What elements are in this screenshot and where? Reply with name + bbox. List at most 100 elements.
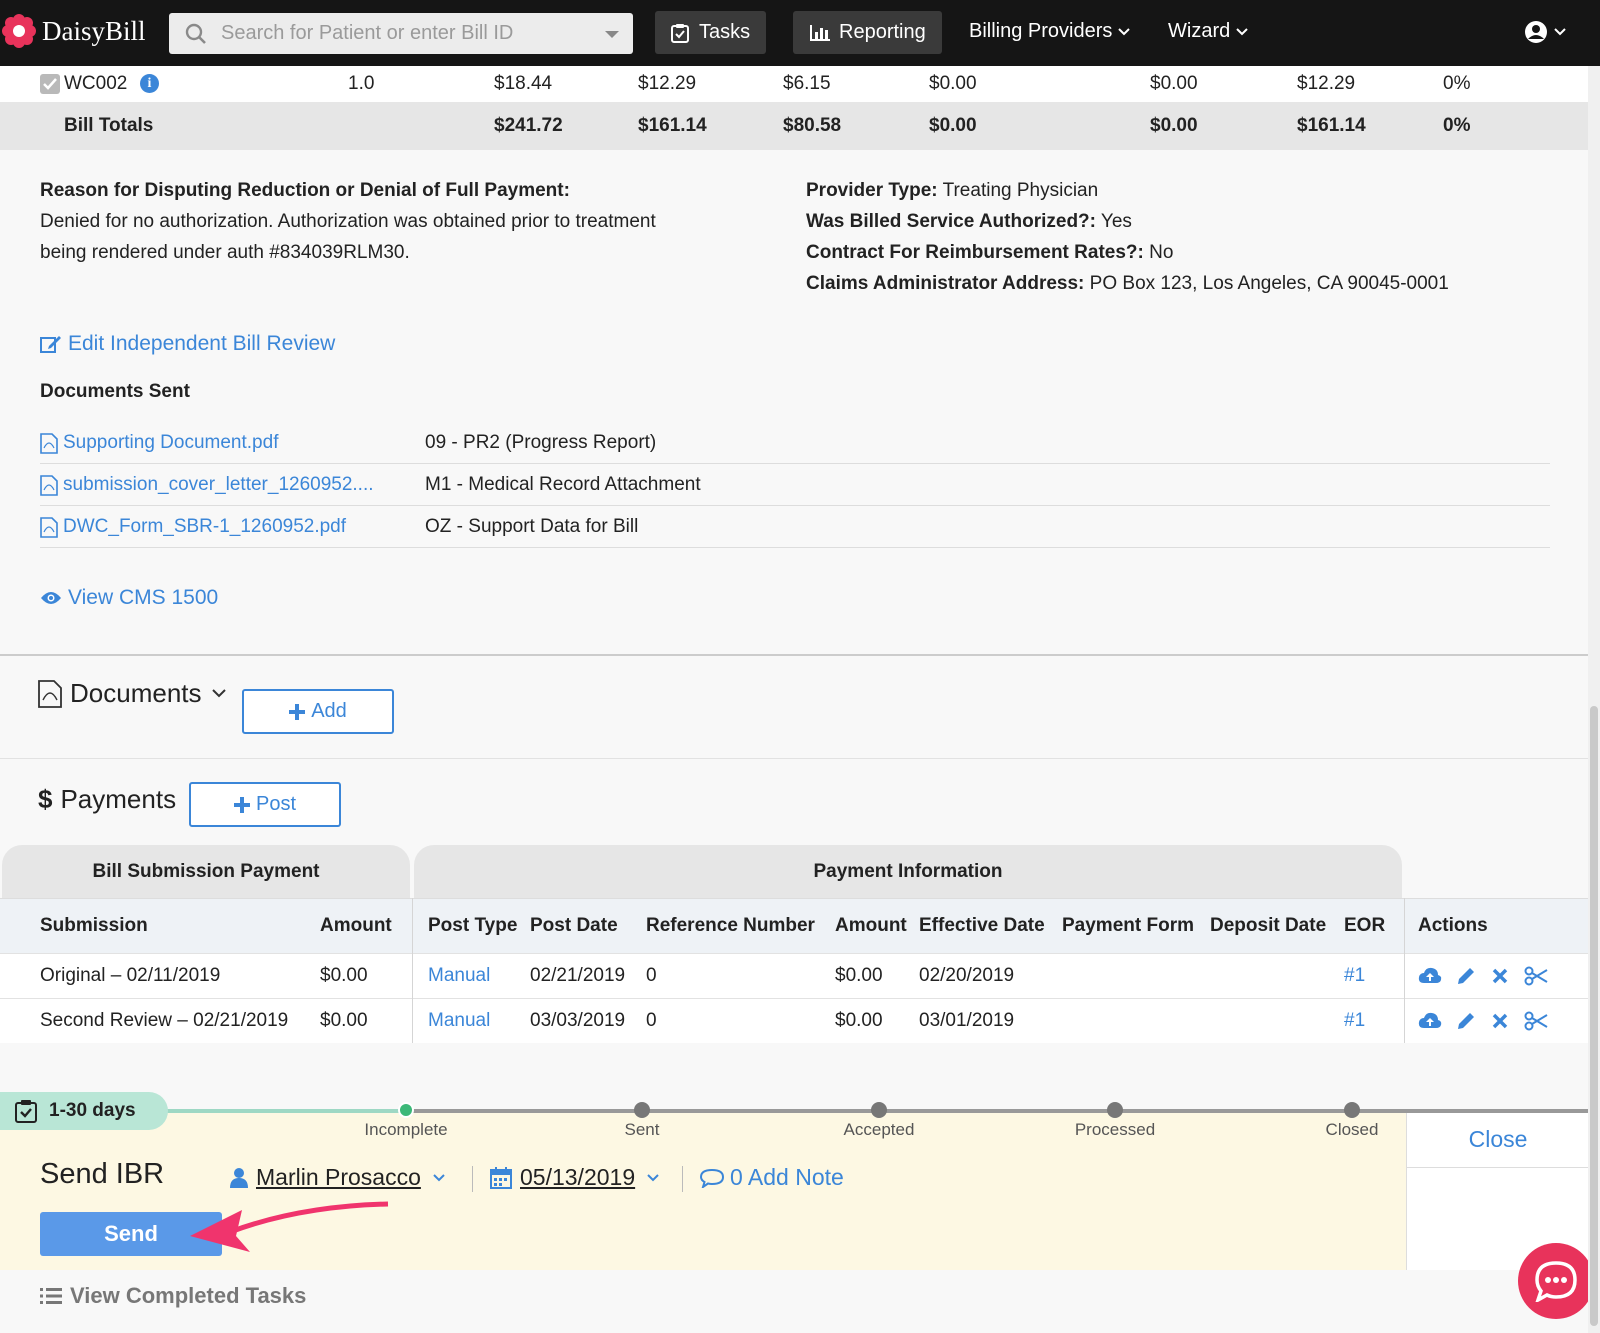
chat-button[interactable] — [1518, 1243, 1594, 1319]
reference-cell: 0 — [646, 1010, 657, 1031]
col-payment-form[interactable]: Payment Form — [1062, 915, 1194, 937]
search-icon — [185, 23, 206, 44]
effective-date-cell: 02/20/2019 — [919, 965, 1015, 986]
search-dropdown-icon[interactable] — [605, 31, 619, 38]
dispute-reason-line1: Denied for no authorization. Authorizati… — [40, 211, 656, 232]
add-note-link[interactable]: 0 Add Note — [700, 1164, 844, 1191]
eye-icon — [41, 591, 61, 604]
reporting-label: Reporting — [839, 21, 926, 43]
chat-bubble-icon — [1535, 1261, 1577, 1302]
col-submission[interactable]: Submission — [40, 915, 148, 937]
col-effective-date[interactable]: Effective Date — [919, 915, 1045, 937]
totals-reduction: $80.58 — [783, 115, 842, 136]
provider-type-label: Provider Type: — [806, 180, 938, 201]
brand-name: DaisyBill — [42, 15, 146, 46]
col-reference-number[interactable]: Reference Number — [646, 915, 815, 937]
close-task-button[interactable]: Close — [1407, 1112, 1589, 1168]
pdf-file-icon — [40, 516, 58, 538]
submission-cell: Second Review – 02/21/2019 — [40, 1010, 289, 1031]
col-deposit-date[interactable]: Deposit Date — [1210, 915, 1326, 937]
post-payment-button[interactable]: Post — [189, 782, 341, 827]
col-eor[interactable]: EOR — [1344, 915, 1385, 937]
totals-value-5: $0.00 — [1150, 115, 1198, 136]
claims-address-label: Claims Administrator Address: — [806, 273, 1085, 294]
post-type-link[interactable]: Manual — [428, 1010, 490, 1032]
billing-providers-menu[interactable]: Billing Providers — [969, 20, 1131, 43]
cloud-upload-icon[interactable] — [1418, 966, 1442, 986]
bar-chart-icon — [810, 24, 830, 41]
add-document-button[interactable]: Add — [242, 689, 394, 734]
view-cms-link[interactable]: View CMS 1500 — [40, 582, 218, 613]
view-completed-tasks-link[interactable]: View Completed Tasks — [40, 1283, 306, 1309]
brand-logo[interactable]: DaisyBill — [2, 14, 146, 48]
calendar-icon — [490, 1166, 512, 1189]
assignee-dropdown[interactable]: Marlin Prosacco — [230, 1164, 445, 1191]
document-link[interactable]: DWC_Form_SBR-1_1260952.pdf — [40, 516, 346, 538]
totals-label: Bill Totals — [64, 115, 154, 136]
page-scrollbar[interactable] — [1588, 66, 1600, 1333]
payments-header: $ Payments — [38, 784, 176, 815]
delete-x-icon[interactable] — [1492, 1013, 1508, 1029]
col-amount[interactable]: Amount — [320, 915, 392, 937]
document-link[interactable]: Supporting Document.pdf — [40, 432, 278, 454]
document-type: OZ - Support Data for Bill — [425, 516, 639, 537]
delete-x-icon[interactable] — [1492, 968, 1508, 984]
post-label: Post — [255, 793, 297, 815]
document-filename: DWC_Form_SBR-1_1260952.pdf — [63, 516, 347, 537]
post-date-cell: 03/03/2019 — [530, 1010, 626, 1031]
col-post-type[interactable]: Post Type — [428, 915, 517, 937]
user-icon — [230, 1167, 248, 1188]
sent-document-row: Supporting Document.pdf 09 - PR2 (Progre… — [40, 422, 1550, 464]
chevron-down-icon — [433, 1173, 445, 1181]
line-value-5: $0.00 — [1150, 73, 1198, 94]
column-divider — [1404, 898, 1405, 1043]
payment-row: Original – 02/11/2019 $0.00 Manual 02/21… — [0, 953, 1588, 998]
daisy-icon — [2, 14, 36, 48]
step-sent: Sent — [624, 1120, 660, 1139]
divider — [472, 1166, 473, 1192]
billing-providers-label: Billing Providers — [969, 20, 1113, 42]
pencil-icon[interactable] — [1456, 1011, 1476, 1031]
dollar-icon: $ — [38, 784, 53, 814]
due-date-picker[interactable]: 05/13/2019 — [490, 1164, 659, 1191]
due-badge: 1-30 days — [0, 1092, 168, 1130]
line-checkbox[interactable] — [40, 74, 60, 94]
cloud-upload-icon[interactable] — [1418, 1011, 1442, 1031]
search-input[interactable]: Search for Patient or enter Bill ID — [169, 13, 633, 54]
clipboard-check-icon — [671, 23, 689, 43]
step-incomplete: Incomplete — [364, 1120, 448, 1139]
tasks-button[interactable]: Tasks — [655, 11, 767, 54]
chevron-down-icon — [211, 689, 226, 698]
scissors-icon[interactable] — [1524, 966, 1548, 986]
pencil-icon[interactable] — [1456, 966, 1476, 986]
divider — [682, 1166, 683, 1192]
dispute-reason-line2: being rendered under auth #834039RLM30. — [40, 242, 410, 263]
reference-cell: 0 — [646, 965, 657, 986]
document-type: M1 - Medical Record Attachment — [425, 474, 701, 495]
bill-submission-payment-header: Bill Submission Payment — [2, 845, 410, 899]
line-value-6: $12.29 — [1297, 73, 1356, 94]
scissors-icon[interactable] — [1524, 1011, 1548, 1031]
payment-amount-cell: $0.00 — [835, 965, 883, 986]
user-menu[interactable] — [1524, 20, 1566, 44]
edit-ibr-link[interactable]: Edit Independent Bill Review — [40, 328, 335, 359]
eor-link[interactable]: #1 — [1344, 965, 1365, 987]
file-icon — [38, 679, 62, 708]
document-link[interactable]: submission_cover_letter_1260952.... — [40, 474, 374, 496]
info-icon[interactable]: i — [140, 74, 159, 93]
pdf-file-icon — [40, 432, 58, 454]
documents-header[interactable]: Documents — [38, 678, 226, 709]
plus-icon — [233, 796, 250, 813]
line-percent: 0% — [1443, 73, 1471, 94]
step-dot — [1344, 1102, 1360, 1118]
col-post-date[interactable]: Post Date — [530, 915, 618, 937]
eor-link[interactable]: #1 — [1344, 1010, 1365, 1032]
post-type-link[interactable]: Manual — [428, 965, 490, 987]
documents-sent-title: Documents Sent — [40, 381, 190, 402]
reporting-button[interactable]: Reporting — [793, 11, 942, 54]
wizard-menu[interactable]: Wizard — [1168, 20, 1248, 43]
col-payment-amount[interactable]: Amount — [835, 915, 907, 937]
sent-document-row: DWC_Form_SBR-1_1260952.pdf OZ - Support … — [40, 506, 1550, 548]
chevron-down-icon — [647, 1173, 659, 1181]
scrollbar-thumb[interactable] — [1590, 706, 1598, 1326]
